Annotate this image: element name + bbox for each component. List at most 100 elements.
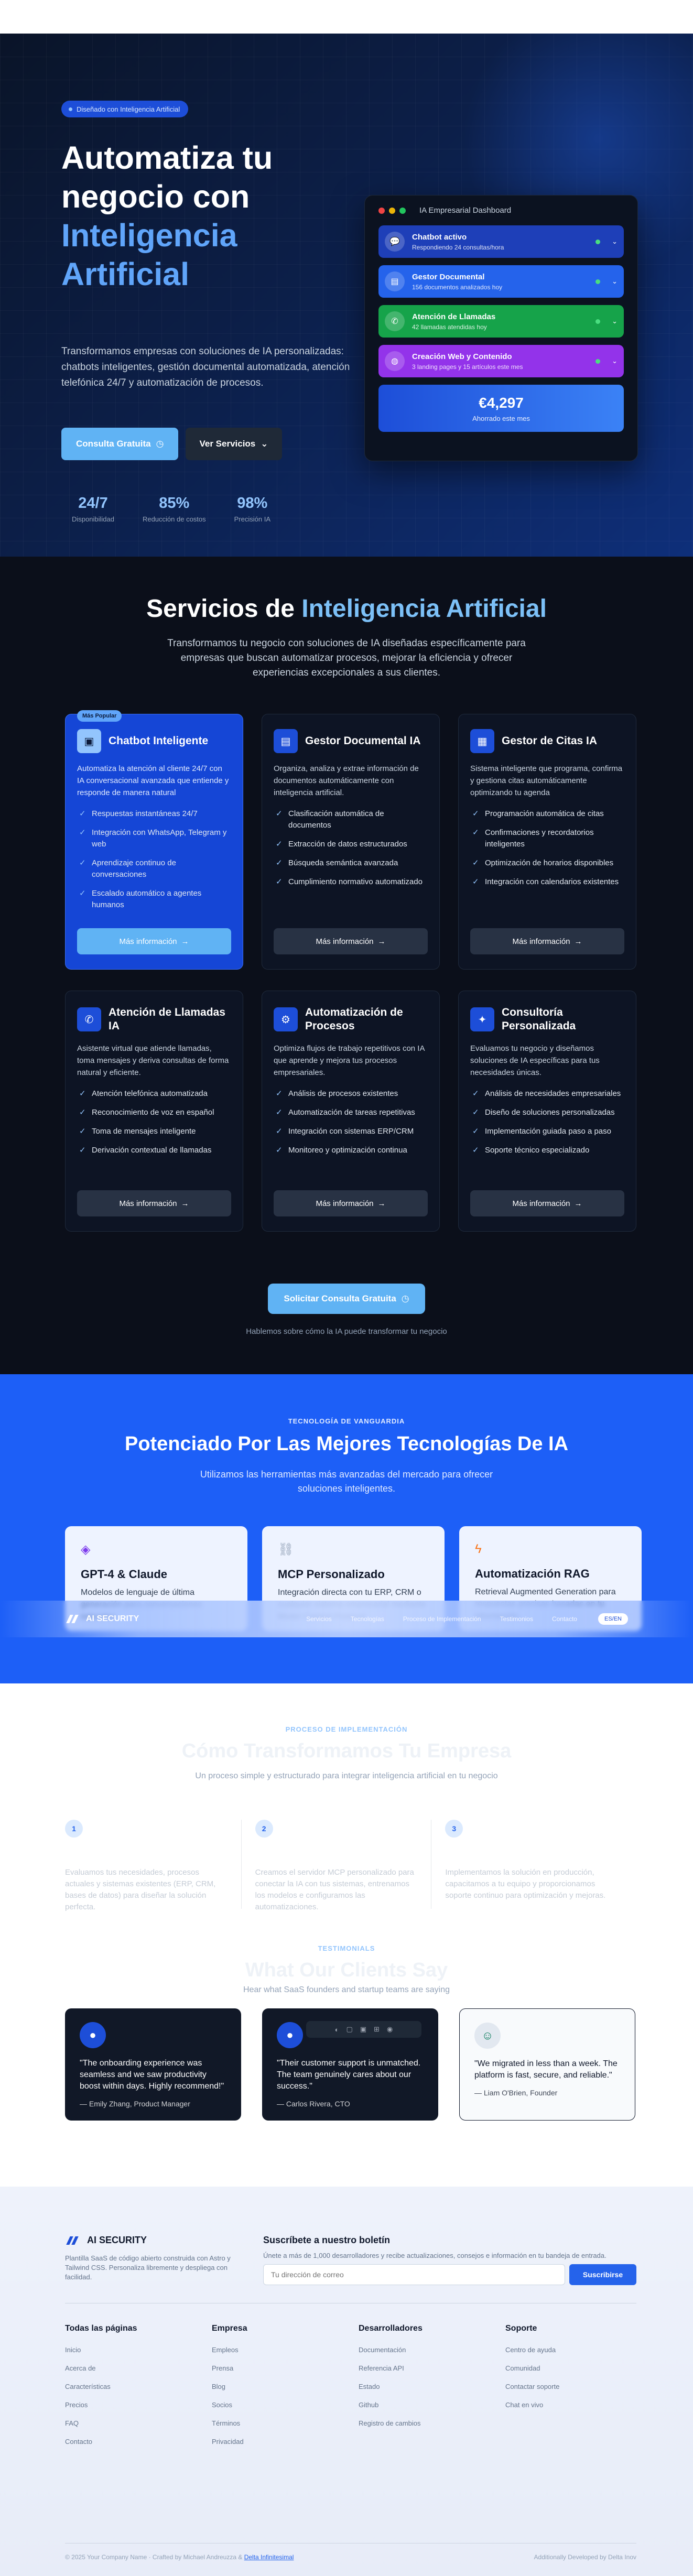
process-subtitle: Un proceso simple y estructurado para in… [195,1771,498,1780]
footer-link[interactable]: Comunidad [505,2364,652,2372]
stat-cost-reduction: 85% Reducción de costos [142,495,206,523]
services-title: Servicios de Inteligencia Artificial [146,595,547,623]
process-section: PROCESO DE IMPLEMENTACIÓN Cómo Transform… [0,1683,693,1925]
footer-column-title: Empresa [212,2324,247,2333]
subscribe-button[interactable]: Suscribirse [569,2264,636,2285]
chevron-down-icon[interactable]: ⌄ [612,277,618,286]
dashboard-row-atencion-de-llamadas[interactable]: ✆ Atención de Llamadas 42 llamadas atendi… [378,305,624,338]
arrow-right-icon: → [574,1199,582,1208]
clock-icon: ◷ [401,1294,409,1303]
more-info-button[interactable]: Más información → [274,928,428,954]
newsletter-email-input[interactable] [263,2264,565,2285]
solicitar-consulta-button[interactable]: Solicitar Consulta Gratuita ◷ [268,1284,425,1314]
feature-item: Confirmaciones y recordatorios inteligen… [470,827,624,850]
feature-item: Programación automática de citas [470,808,624,820]
chevron-down-icon[interactable]: ⌄ [612,237,618,246]
status-dot-icon [595,239,601,244]
footer-link[interactable]: Inicio [65,2346,212,2354]
hero-title: Automatiza tu negocio con Inteligencia A… [61,140,273,292]
card-description: Evaluamos tu negocio y diseñamos solucio… [470,1044,600,1077]
consulta-gratuita-button[interactable]: Consulta Gratuita ◷ [61,428,179,460]
toolbar-icon[interactable]: ⊞ [374,2025,380,2034]
feature-item: Soporte técnico especializado [470,1145,624,1156]
footer-link[interactable]: Blog [212,2383,359,2390]
arrow-right-icon: → [377,1199,386,1208]
dashboard-row-creacion-web-y-contenido[interactable]: ◍ Creación Web y Contenido 3 landing page… [378,345,624,377]
footer-link[interactable]: Características [65,2383,212,2390]
feature-item: Toma de mensajes inteligente [77,1126,231,1137]
testimonial-author: — Carlos Rivera, CTO [277,2100,350,2108]
footer-link[interactable]: Registro de cambios [359,2419,505,2427]
language-toggle[interactable]: ES/EN [598,1613,628,1625]
clock-icon: ◷ [156,439,164,449]
footer-link[interactable]: Referencia API [359,2364,505,2372]
footer-link[interactable]: Socios [212,2401,359,2409]
footer-link[interactable]: Prensa [212,2364,359,2372]
toolbar-icon[interactable]: ▢ [346,2025,353,2034]
nav-link-tecnologias[interactable]: Tecnologías [351,1615,384,1623]
nav-link-contacto[interactable]: Contacto [552,1615,577,1623]
footer-link[interactable]: Términos [212,2419,359,2427]
nav-link-servicios[interactable]: Servicios [306,1615,332,1623]
feature-item: Atención telefónica automatizada [77,1088,231,1100]
chevron-down-icon[interactable]: ⌄ [612,357,618,365]
footer-link[interactable]: FAQ [65,2419,212,2427]
footer-link[interactable]: Precios [65,2401,212,2409]
badge-dot-icon [69,107,72,111]
floating-toolbar: ◐ ▢ ▣ ⊞ ◉ [306,2021,421,2038]
feature-item: Implementación guiada paso a paso [470,1126,624,1137]
dashboard-row-gestor-documental[interactable]: ▤ Gestor Documental 156 documentos analiz… [378,265,624,298]
footer-credit: Additionally Developed by Delta Inov [534,2553,636,2561]
step-description: Implementamos la solución en producción,… [445,1868,606,1900]
testimonial-quote: "We migrated in less than a week. The pl… [474,2059,618,2080]
footer-link[interactable]: Acerca de [65,2364,212,2372]
copyright-link[interactable]: Delta Infinitesimal [244,2553,294,2561]
popular-badge: Más Popular [77,710,122,722]
lightbulb-icon: ✦ [470,1007,494,1031]
footer-divider [65,2543,636,2544]
service-card-automatizacion-de-procesos: ⚙ Automatización de Procesos Optimiza flu… [262,991,440,1232]
footer-column-title: Desarrolladores [359,2324,423,2333]
chevron-down-icon[interactable]: ⌄ [612,317,618,325]
ver-servicios-button[interactable]: Ver Servicios ⌄ [186,428,282,460]
footer-link[interactable]: Contactar soporte [505,2383,652,2390]
document-icon: ▤ [385,271,405,291]
user-icon: ● [286,2028,294,2041]
nav-link-testimonios[interactable]: Testimonios [500,1615,533,1623]
footer-link[interactable]: Documentación [359,2346,505,2354]
card-description: Asistente virtual que atiende llamadas, … [77,1044,229,1077]
footer-link[interactable]: Privacidad [212,2438,359,2445]
row-subtitle: 3 landing pages y 15 artículos este mes [412,363,523,371]
toolbar-icon[interactable]: ◐ [335,2026,339,2034]
feature-item: Derivación contextual de llamadas [77,1145,231,1156]
toolbar-icon[interactable]: ◉ [387,2025,393,2034]
arrow-right-icon: → [377,937,386,946]
feature-item: Análisis de procesos existentes [274,1088,428,1100]
more-info-button[interactable]: Más información → [274,1190,428,1216]
footer-link[interactable]: Empleos [212,2346,359,2354]
more-info-button[interactable]: Más información → [470,928,624,954]
more-info-button[interactable]: Más información → [77,1190,231,1216]
footer-link[interactable]: Estado [359,2383,505,2390]
tech-kicker: TECNOLOGÍA DE VANGUARDIA [288,1417,405,1425]
globe-icon: ◍ [385,351,405,371]
footer-link[interactable]: Chat en vivo [505,2401,652,2409]
arrow-right-icon: → [181,937,189,946]
footer-link[interactable]: Github [359,2401,505,2409]
more-info-button[interactable]: Más información → [470,1190,624,1216]
footer-link[interactable]: Contacto [65,2438,212,2445]
services-section: Servicios de Inteligencia Artificial Tra… [0,557,693,1374]
toolbar-icon[interactable]: ▣ [360,2025,366,2034]
more-info-button[interactable]: Más información → [77,928,231,954]
nav-link-proceso-de-implementacion[interactable]: Proceso de Implementación [403,1615,481,1623]
process-kicker: PROCESO DE IMPLEMENTACIÓN [285,1725,408,1733]
dashboard-row-chatbot-activo[interactable]: 💬 Chatbot activo Respondiendo 24 consulta… [378,225,624,258]
window-dot-red-icon [378,207,385,214]
footer-logo[interactable]: AI SECURITY [65,2235,147,2246]
footer-link[interactable]: Centro de ayuda [505,2346,652,2354]
navbar-logo[interactable]: AI SECURITY [65,1614,139,1624]
card-description: Automatiza la atención al cliente 24/7 c… [77,764,229,797]
testimonial-quote: "Their customer support is unmatched. Th… [277,2059,421,2091]
feature-item: Reconocimiento de voz en español [77,1107,231,1118]
phone-icon: ✆ [77,1007,101,1031]
